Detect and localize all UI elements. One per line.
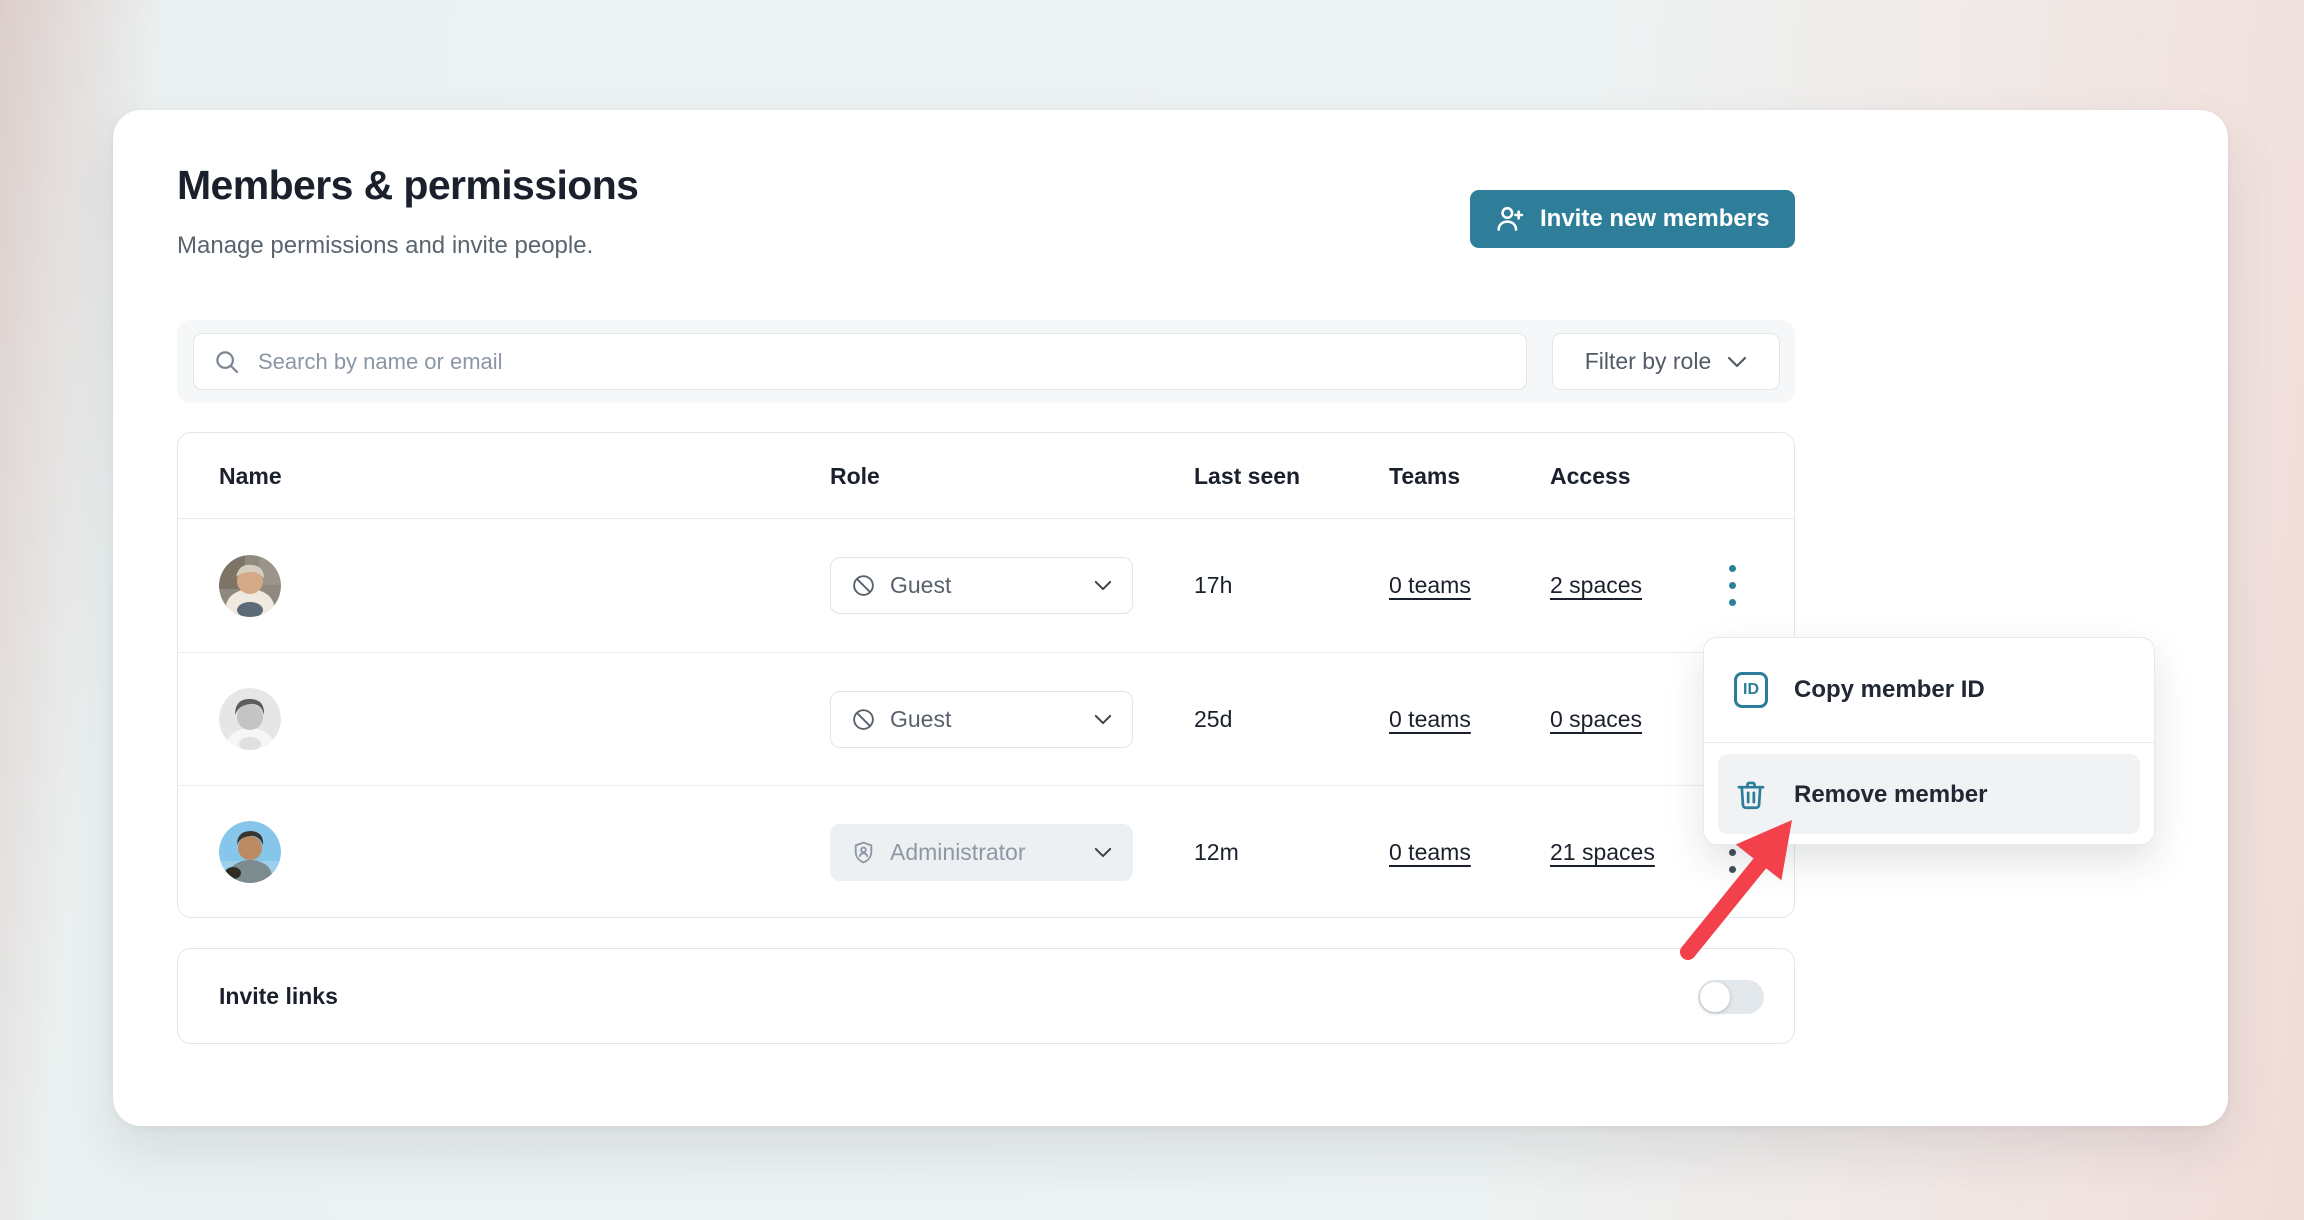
table-row: Administrator 12m 0 teams 21 spaces	[178, 785, 1794, 918]
row-actions-kebab-icon[interactable]	[1715, 519, 1749, 652]
row-actions-context-menu: ID Copy member ID Remove member	[1703, 637, 2155, 845]
header-teams: Teams	[1389, 433, 1460, 519]
toggle-knob	[1700, 982, 1730, 1012]
role-dropdown[interactable]: Guest	[830, 691, 1133, 748]
header-name: Name	[219, 433, 282, 519]
invite-links-label: Invite links	[219, 949, 338, 1043]
members-table: Name Role Last seen Teams Access	[177, 432, 1795, 918]
header-last-seen: Last seen	[1194, 433, 1300, 519]
member-avatar	[219, 555, 281, 617]
teams-link[interactable]: 0 teams	[1389, 706, 1471, 733]
role-value: Guest	[890, 572, 1080, 599]
invite-links-section: Invite links	[177, 948, 1795, 1044]
invite-new-members-button[interactable]: Invite new members	[1470, 190, 1795, 248]
spaces-link[interactable]: 2 spaces	[1550, 572, 1642, 599]
table-row: Guest 25d 0 teams 0 spaces	[178, 652, 1794, 785]
page-subtitle: Manage permissions and invite people.	[177, 232, 593, 260]
header-role: Role	[830, 433, 880, 519]
chevron-down-icon	[1094, 847, 1112, 858]
person-plus-icon	[1494, 203, 1526, 235]
spaces-link[interactable]: 21 spaces	[1550, 839, 1655, 866]
table-header-row: Name Role Last seen Teams Access	[178, 433, 1794, 519]
role-value: Administrator	[890, 839, 1080, 866]
role-dropdown[interactable]: Guest	[830, 557, 1133, 614]
ban-icon	[851, 707, 876, 732]
id-badge-icon: ID	[1734, 672, 1768, 708]
header-access: Access	[1550, 433, 1631, 519]
spaces-link[interactable]: 0 spaces	[1550, 706, 1642, 733]
chevron-down-icon	[1094, 714, 1112, 725]
member-avatar	[219, 688, 281, 750]
role-value: Guest	[890, 706, 1080, 733]
last-seen-value: 12m	[1194, 839, 1239, 866]
last-seen-value: 25d	[1194, 706, 1232, 733]
role-dropdown[interactable]: Administrator	[830, 824, 1133, 881]
search-icon	[212, 347, 242, 377]
trash-icon	[1734, 777, 1768, 813]
search-input[interactable]	[258, 349, 1508, 375]
filter-by-role-dropdown[interactable]: Filter by role	[1552, 333, 1780, 390]
invite-links-toggle[interactable]	[1698, 980, 1764, 1014]
ban-icon	[851, 573, 876, 598]
shield-icon	[851, 840, 876, 865]
last-seen-value: 17h	[1194, 572, 1232, 599]
search-toolbar: Filter by role	[177, 320, 1795, 403]
menu-divider	[1704, 742, 2154, 743]
filter-label: Filter by role	[1585, 348, 1712, 375]
teams-link[interactable]: 0 teams	[1389, 572, 1471, 599]
menu-item-label: Remove member	[1794, 781, 1987, 809]
chevron-down-icon	[1727, 356, 1747, 368]
settings-card: Members & permissions Manage permissions…	[113, 110, 2228, 1126]
members-permissions-page: { "page": { "title": "Members & permissi…	[0, 0, 2304, 1220]
chevron-down-icon	[1094, 580, 1112, 591]
member-avatar	[219, 821, 281, 883]
menu-item-label: Copy member ID	[1794, 676, 1985, 704]
search-field[interactable]	[193, 333, 1527, 390]
page-title: Members & permissions	[177, 162, 638, 209]
menu-item-remove-member[interactable]: Remove member	[1704, 744, 2154, 846]
table-row: Guest 17h 0 teams 2 spaces	[178, 519, 1794, 652]
teams-link[interactable]: 0 teams	[1389, 839, 1471, 866]
invite-button-label: Invite new members	[1540, 205, 1769, 233]
menu-item-copy-member-id[interactable]: ID Copy member ID	[1704, 638, 2154, 742]
